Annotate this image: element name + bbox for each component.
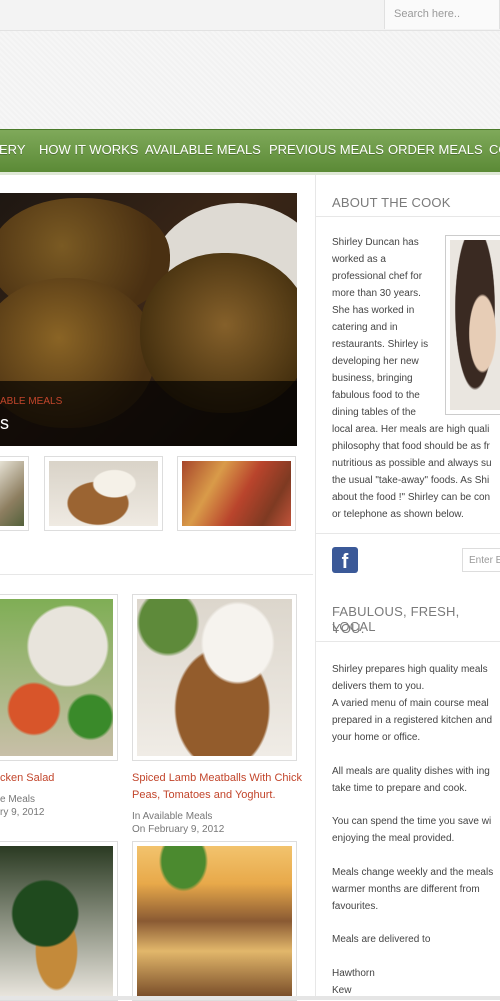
para-line: warmer months are different from [332, 884, 480, 895]
meal-photo [137, 846, 292, 996]
nav-item-previous-meals[interactable]: PREVIOUS MEALS [269, 130, 384, 172]
about-line: dining tables of the [332, 407, 416, 418]
nav-item-available-meals[interactable]: AVAILABLE MEALS [145, 130, 261, 172]
about-text: Shirley Duncan has worked as a professio… [332, 234, 497, 523]
meal-title[interactable]: cken Salad [0, 770, 118, 787]
facebook-icon[interactable]: f [332, 547, 358, 573]
about-line: restaurants. Shirley is [332, 339, 429, 350]
about-line: the usual "take-away" foods. As Shi [332, 475, 490, 486]
para-line: Meals change weekly and the meals [332, 867, 494, 878]
para-line: take time to prepare and cook. [332, 783, 468, 794]
section-divider [0, 574, 313, 575]
slider-caption-bar [0, 381, 297, 446]
meal-title[interactable]: Spiced Lamb Meatballs With Chick Peas, T… [132, 770, 302, 804]
suburb-item: Hawthorn [332, 968, 375, 979]
about-line: philosophy that food should be as fr [332, 441, 490, 452]
about-line: professional chef for [332, 271, 423, 282]
meal-card-image[interactable] [132, 841, 297, 1001]
column-divider [315, 175, 316, 1000]
para-line: A varied menu of main course meal [332, 698, 489, 709]
meal-photo [0, 846, 113, 996]
para-line: All meals are quality dishes with ing [332, 766, 490, 777]
meal-date: ry 9, 2012 [0, 807, 45, 818]
para-line: enjoying the meal provided. [332, 833, 455, 844]
sidebar-rule [316, 641, 500, 642]
slider-thumbnail[interactable] [0, 456, 29, 531]
suburb-list: Hawthorn Kew [332, 965, 500, 999]
header-banner [0, 31, 500, 129]
meal-category: In Available Meals [132, 811, 213, 822]
delivery-paragraph: Meals are delivered to [332, 931, 500, 948]
para-line: your home or office. [332, 732, 421, 743]
about-line: nutritious as possible and always su [332, 458, 492, 469]
scrollbar-track[interactable] [0, 996, 500, 1000]
meal-card-image[interactable] [0, 594, 118, 761]
meal-photo [137, 599, 292, 756]
meal-card-image[interactable] [0, 841, 118, 1001]
about-line: about the food !" Shirley can be con [332, 492, 491, 503]
para-line: delivers them to you. [332, 681, 425, 692]
about-line: fabulous food to the [332, 390, 420, 401]
about-line: business, bringing [332, 373, 413, 384]
thumbnail-image [182, 461, 291, 526]
para-line: prepared in a registered kitchen and [332, 715, 493, 726]
meal-card-image[interactable] [132, 594, 297, 761]
main-nav: ERY HOW IT WORKS AVAILABLE MEALS PREVIOU… [0, 129, 500, 175]
about-line: worked as a [332, 254, 386, 265]
nav-item-order-meals[interactable]: ORDER MEALS [388, 130, 483, 172]
about-line: developing her new [332, 356, 419, 367]
slider-thumbnail[interactable] [177, 456, 296, 531]
nav-item-gallery[interactable]: ERY [0, 130, 26, 172]
menu-paragraph: Meals change weekly and the meals warmer… [332, 864, 500, 915]
slider-thumbnail[interactable] [44, 456, 163, 531]
slider-title[interactable]: s [0, 413, 9, 434]
about-line: catering and in [332, 322, 398, 333]
meal-photo [0, 599, 113, 756]
about-line: or telephone as shown below. [332, 509, 464, 520]
thumbnail-image [0, 461, 24, 526]
fresh-heading-cont: YOU. [332, 621, 365, 636]
meal-date: On February 9, 2012 [132, 824, 225, 835]
slider-category[interactable]: ABLE MEALS [0, 396, 62, 407]
about-line: Shirley Duncan has [332, 237, 419, 248]
email-subscribe-input[interactable]: Enter E [462, 548, 500, 572]
nav-item-contact[interactable]: CO [489, 130, 500, 172]
para-line: You can spend the time you save wi [332, 816, 492, 827]
para-line: Meals are delivered to [332, 934, 431, 945]
sidebar-rule [316, 533, 500, 534]
nav-item-how-it-works[interactable]: HOW IT WORKS [39, 130, 138, 172]
time-paragraph: You can spend the time you save wi enjoy… [332, 813, 500, 847]
para-line: Shirley prepares high quality meals [332, 664, 488, 675]
about-line: She has worked in [332, 305, 415, 316]
intro-paragraph: Shirley prepares high quality meals deli… [332, 661, 500, 746]
about-line: more than 30 years. [332, 288, 421, 299]
search-input[interactable]: Search here.. [384, 0, 500, 29]
thumbnail-image [49, 461, 158, 526]
meal-category: e Meals [0, 794, 36, 805]
about-line: local area. Her meals are high quali [332, 424, 490, 435]
para-line: favourites. [332, 901, 379, 912]
sidebar-rule [316, 216, 500, 217]
about-heading: ABOUT THE COOK [332, 195, 451, 210]
quality-paragraph: All meals are quality dishes with ing ta… [332, 763, 500, 797]
